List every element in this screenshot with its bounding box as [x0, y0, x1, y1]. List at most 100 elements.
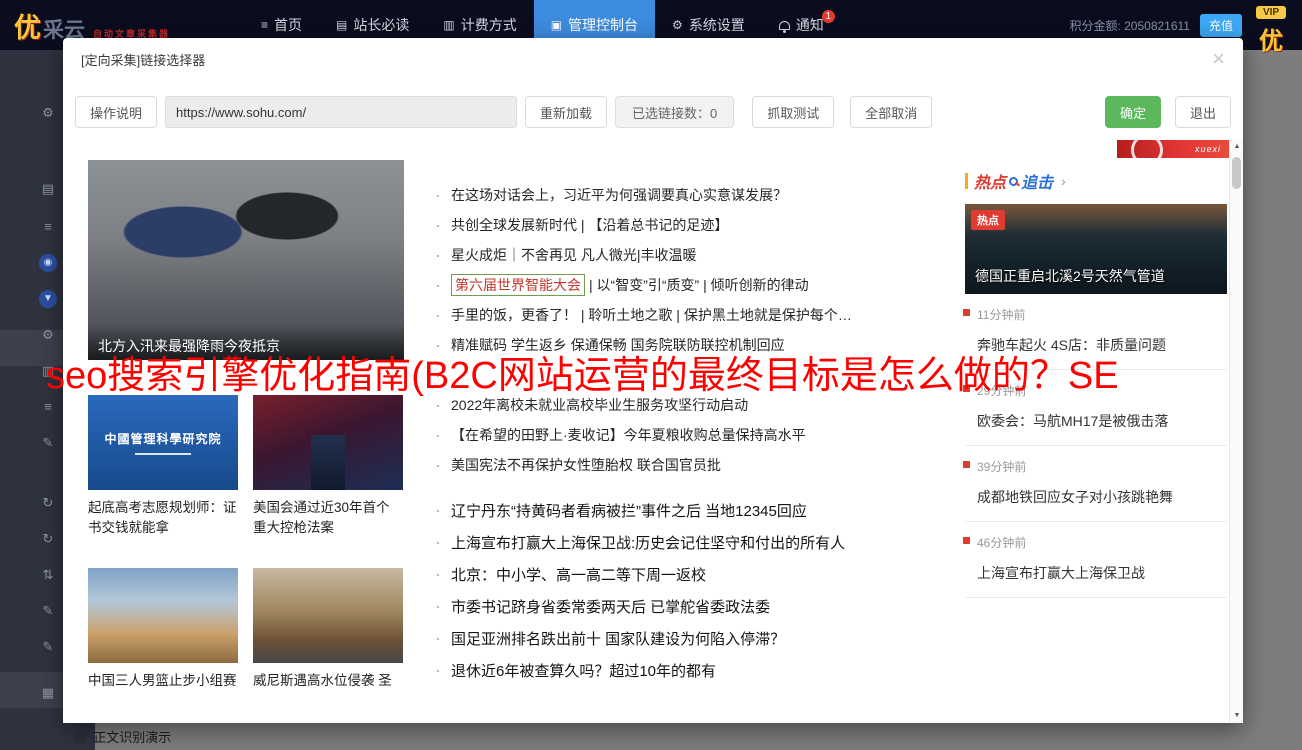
list-icon[interactable]: ≡ [39, 218, 57, 236]
hot-topic-title: 欧委会：马航MH17是被俄击落 [977, 413, 1168, 429]
grid-icon[interactable]: ▦ [39, 684, 57, 702]
console-icon: ▣ [551, 18, 562, 32]
nav-item-label: 管理控制台 [568, 15, 638, 35]
hot-topics-panel: 热点 追击 › 热点 德国正重启北溪2号天然气管道 11分钟前 奔驰车起火 4S… [965, 170, 1227, 598]
body-recognition-demo-link[interactable]: ▤ 正文识别演示 [74, 727, 171, 746]
nav-item-label: 通知 [796, 15, 824, 35]
exit-button[interactable]: 退出 [1175, 96, 1231, 128]
notification-badge: 1 [822, 10, 835, 23]
panel-icon: ▤ [74, 729, 86, 745]
news-link-14[interactable]: · 市委书记跻身省委常委两天后 已掌舵省委政法委 [435, 590, 943, 622]
recharge-button[interactable]: 充值 [1200, 14, 1242, 37]
cancel-all-button[interactable]: 全部取消 [850, 96, 932, 128]
webpage-preview: xuexi 北方入汛来最强降雨今夜抵京 · 在这场对话会上，习近平为何强调要真心… [63, 140, 1243, 723]
confirm-button[interactable]: 确定 [1105, 96, 1161, 128]
settings-icon[interactable]: ⚙ [39, 326, 57, 344]
thumb-news-gun-bill[interactable]: 美国会通过近30年首个重大控枪法案 [253, 395, 403, 538]
hot-badge: 热点 [971, 210, 1005, 230]
news-link-3[interactable]: · 星火成炬｜不舍再见 凡人微光|丰收温暖 [435, 240, 943, 270]
refresh-icon[interactable]: ↻ [39, 494, 57, 512]
news-link-7[interactable]: · [435, 360, 943, 390]
write-icon[interactable]: ✎ [39, 602, 57, 620]
news-link-9[interactable]: · 【在希望的田野上·麦收记】今年夏粮收购总量保持高水平 [435, 420, 943, 450]
academy-image-label: 中國管理科學研究院 [104, 430, 221, 447]
bullet-icon: · [435, 565, 441, 583]
news-link-10[interactable]: · 美国宪法不再保护女性堕胎权 联合国官员批 [435, 450, 943, 480]
nav-item-label: 首页 [274, 15, 302, 35]
settings-icon: ⚙ [672, 18, 683, 32]
scroll-up-icon[interactable]: ▲ [1230, 140, 1243, 154]
bullet-icon: · [435, 216, 441, 234]
webview-scrollbar[interactable]: ▲ ▼ [1229, 140, 1243, 723]
news-link-16[interactable]: · 退休近6年被查算久吗？超过10年的都有 [435, 654, 943, 686]
menu-icon[interactable]: ≡ [39, 398, 57, 416]
selected-links-count: 已选链接数：0 [615, 96, 734, 128]
news-link-text: 手里的饭，更香了！ | 聆听土地之歌 | 保护黑土地就是保护每个… [451, 305, 852, 325]
reload-button[interactable]: 重新加载 [525, 96, 607, 128]
news-link-4[interactable]: · 第六届世界智能大会 | 以“智变”引“质变” | 倾听创新的律动 [435, 270, 943, 300]
hot-topics-list: 11分钟前 奔驰车起火 4S店：非质量问题 29分钟前 欧委会：马航MH17是被… [965, 294, 1227, 598]
news-link-15[interactable]: · 国足亚洲排名跌出前十 国家队建设为何陷入停滞？ [435, 622, 943, 654]
feature-news-image[interactable]: 北方入汛来最强降雨今夜抵京 [88, 160, 404, 360]
news-link-text: 退休近6年被查算久吗？超过10年的都有 [451, 660, 716, 681]
hot-topic-title: 成都地铁回应女子对小孩跳艳舞 [977, 489, 1173, 505]
dialog-title: [定向采集]链接选择器 [81, 50, 205, 69]
hot-feature-story[interactable]: 热点 德国正重启北溪2号天然气管道 [965, 204, 1227, 294]
news-link-text: 辽宁丹东“持黄码者看病被拦”事件之后 当地12345回应 [451, 500, 807, 521]
document-icon[interactable]: ▥ [39, 362, 57, 380]
scrollbar-thumb[interactable] [1232, 157, 1241, 189]
hot-topics-header[interactable]: 热点 追击 › [965, 170, 1227, 192]
nav-right-cluster: 积分金额: 2050821611 充值 [1069, 14, 1242, 37]
edit-icon[interactable]: ✎ [39, 434, 57, 452]
dialog-header: [定向采集]链接选择器 × [63, 38, 1243, 80]
sync-icon[interactable]: ↻ [39, 530, 57, 548]
thumb-news-academy[interactable]: 中國管理科學研究院 起底高考志愿规划师：证书交钱就能拿 [88, 395, 238, 538]
swap-icon[interactable]: ⇅ [39, 566, 57, 584]
nav-item-label: 计费方式 [461, 15, 517, 35]
podium-image [253, 395, 403, 490]
news-link-8[interactable]: · 2022年离校未就业高校毕业生服务攻坚行动启动 [435, 390, 943, 420]
vip-badge: VIP [1256, 6, 1286, 19]
corner-logo-icon: 优 [1248, 21, 1294, 56]
news-link-5[interactable]: · 手里的饭，更香了！ | 聆听土地之歌 | 保护黑土地就是保护每个… [435, 300, 943, 330]
thumb-caption: 中国三人男篮止步小组赛 [88, 671, 238, 691]
crawl-test-button[interactable]: 抓取测试 [752, 96, 834, 128]
thumb-news-venice[interactable]: 威尼斯遇高水位侵袭 圣 [253, 568, 403, 691]
news-link-text: 2022年离校未就业高校毕业生服务攻坚行动启动 [451, 395, 748, 415]
gear-icon[interactable]: ⚙ [39, 104, 57, 122]
filter-icon[interactable]: ▼ [39, 290, 57, 308]
news-list: · 在这场对话会上，习近平为何强调要真心实意谋发展？ · 共创全球发展新时代 |… [435, 180, 943, 686]
bullet-icon: · [435, 533, 441, 551]
help-button[interactable]: 操作说明 [75, 96, 157, 128]
billing-icon: ▥ [443, 18, 454, 32]
home-icon: ≡ [261, 18, 268, 32]
bullet-icon: · [435, 186, 441, 204]
hot-topic-time: 29分钟前 [977, 382, 1217, 399]
thumb-caption: 起底高考志愿规划师：证书交钱就能拿 [88, 498, 238, 538]
scroll-down-icon[interactable]: ▼ [1230, 709, 1243, 723]
news-link-12[interactable]: · 上海宣布打赢大上海保卫战:历史会记住坚守和付出的所有人 [435, 526, 943, 558]
hot-topic-item-3[interactable]: 39分钟前 成都地铁回应女子对小孩跳艳舞 [965, 446, 1227, 522]
target-icon[interactable]: ◉ [39, 254, 57, 272]
academy-image-rule [135, 453, 191, 455]
news-link-6[interactable]: · 精准赋码 学生返乡 保通保畅 国务院联防联控机制回应 [435, 330, 943, 360]
thumb-news-basketball[interactable]: 中国三人男篮止步小组赛 [88, 568, 238, 691]
news-link-11[interactable]: · 辽宁丹东“持黄码者看病被拦”事件之后 当地12345回应 [435, 494, 943, 526]
promo-ribbon[interactable]: xuexi [1117, 140, 1229, 158]
hot-topic-item-4[interactable]: 46分钟前 上海宣布打赢大上海保卫战 [965, 522, 1227, 598]
hot-topic-time: 39分钟前 [977, 458, 1217, 475]
hot-topic-time: 11分钟前 [977, 306, 1217, 323]
news-link-1[interactable]: · 在这场对话会上，习近平为何强调要真心实意谋发展？ [435, 180, 943, 210]
feature-news-caption: 北方入汛来最强降雨今夜抵京 [88, 324, 404, 360]
news-link-2[interactable]: · 共创全球发展新时代 | 【沿着总书记的足迹】 [435, 210, 943, 240]
hot-topic-item-2[interactable]: 29分钟前 欧委会：马航MH17是被俄击落 [965, 370, 1227, 446]
chart-icon[interactable]: ▤ [39, 180, 57, 198]
news-link-text: 国足亚洲排名跌出前十 国家队建设为何陷入停滞？ [451, 628, 785, 649]
url-input[interactable] [165, 96, 517, 128]
news-link-13[interactable]: · 北京：中小学、高一高二等下周一返校 [435, 558, 943, 590]
bullet-icon: · [435, 597, 441, 615]
points-balance: 积分金额: 2050821611 [1069, 17, 1190, 34]
close-icon[interactable]: × [1212, 48, 1225, 70]
hot-topic-item-1[interactable]: 11分钟前 奔驰车起火 4S店：非质量问题 [965, 294, 1227, 370]
compose-icon[interactable]: ✎ [39, 638, 57, 656]
